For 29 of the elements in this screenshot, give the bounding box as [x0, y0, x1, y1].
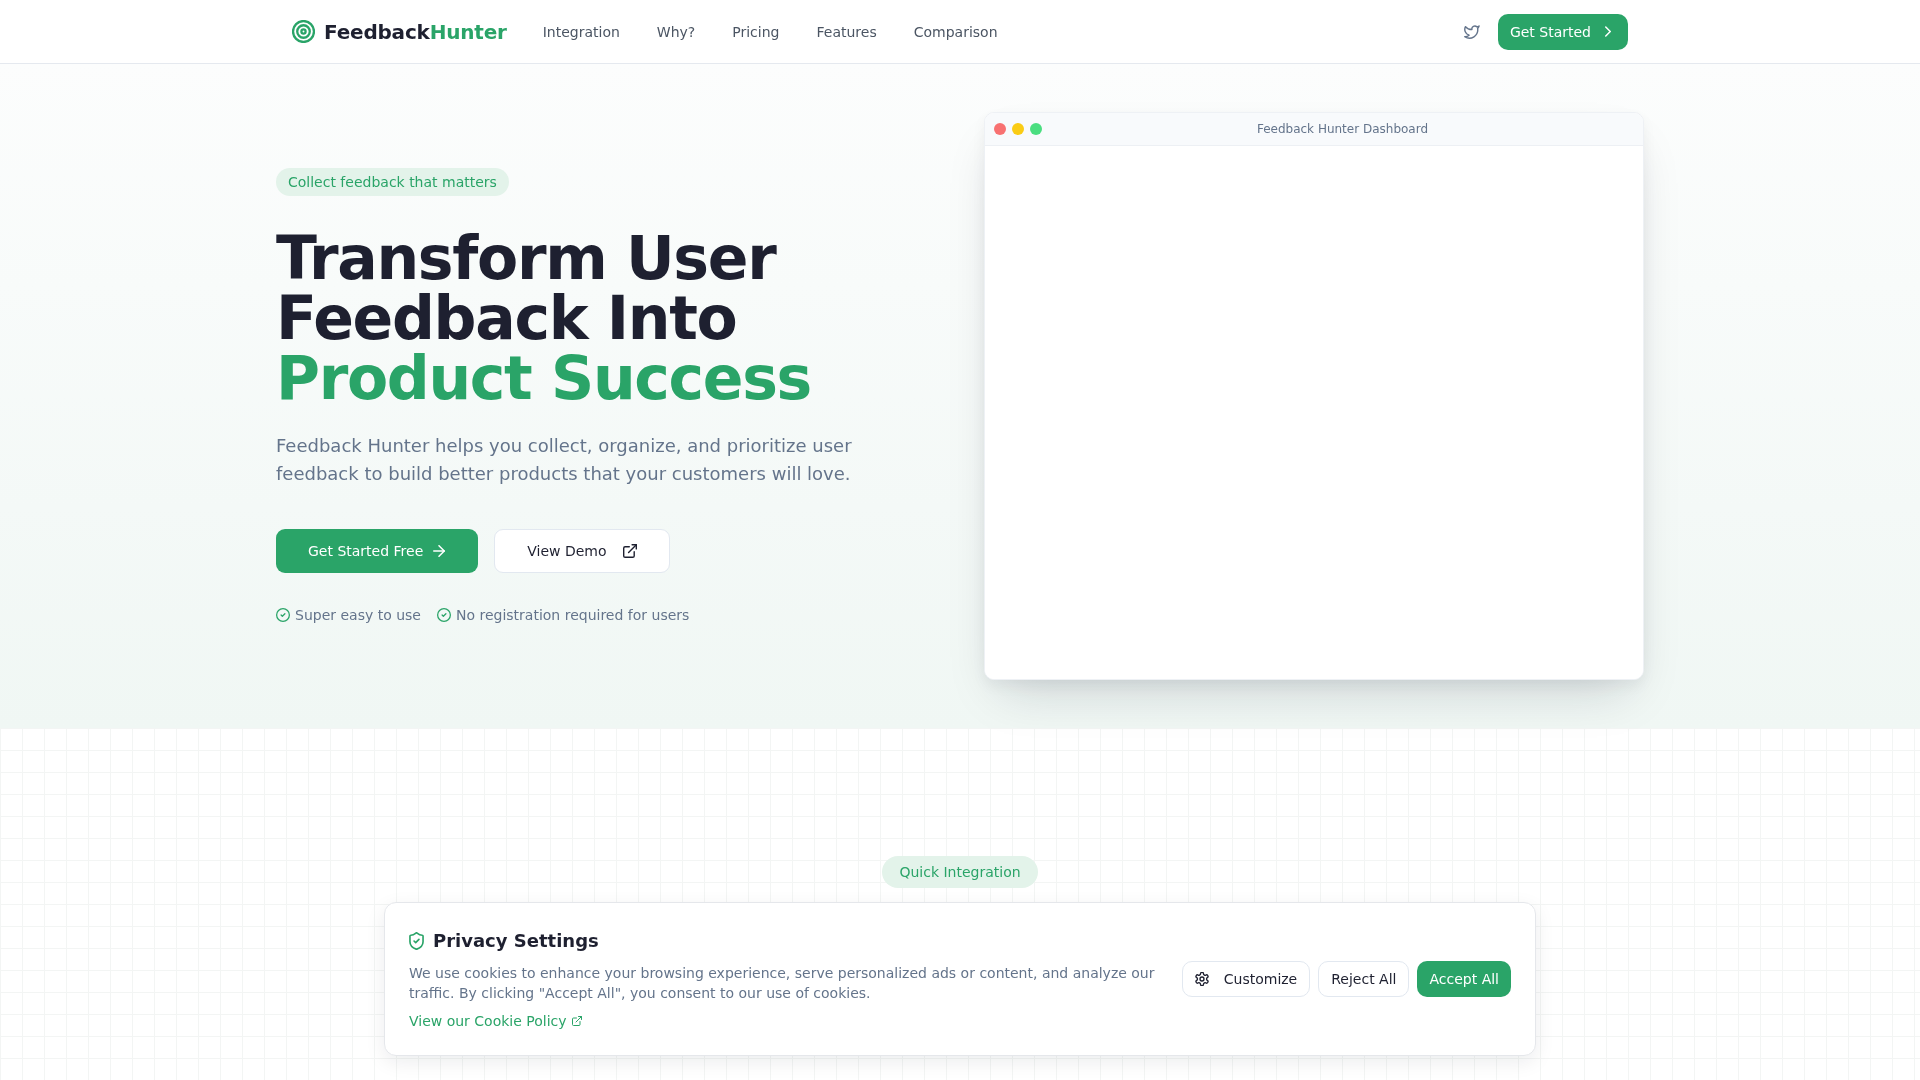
hero-description: Feedback Hunter helps you collect, organize, and prioritize user feedback to build better products that your customers will love.: [276, 433, 853, 486]
settings-icon: [1194, 972, 1209, 986]
brand-logo[interactable]: FeedbackHunter: [324, 19, 507, 44]
section-badge: Quick Integration: [882, 856, 1038, 888]
hero-heading: Transform User Feedback Into Product Success: [276, 227, 812, 408]
nav-link[interactable]: Integration: [542, 23, 620, 40]
external-link-icon: [571, 1016, 582, 1026]
secondary-button[interactable]: View Demo: [494, 528, 670, 573]
check-circle-icon: [276, 607, 290, 622]
reject-button[interactable]: Reject All: [1318, 961, 1410, 997]
nav-link[interactable]: Features: [816, 23, 877, 40]
bird-icon[interactable]: [1462, 24, 1480, 39]
external-link-icon: [622, 543, 637, 558]
tagline-badge: Collect feedback that matters: [276, 167, 509, 196]
feature-note: No registration required for users: [456, 605, 690, 625]
cookie-title: Privacy Settings: [433, 929, 599, 953]
target-icon: [292, 20, 315, 43]
arrow-right-icon: [433, 544, 446, 557]
window-title: Feedback Hunter Dashboard: [1255, 122, 1430, 136]
chevron-icon: [1605, 26, 1611, 37]
check-circle-icon: [437, 607, 451, 622]
nav-link[interactable]: Comparison: [913, 23, 998, 40]
nav-link[interactable]: Why?: [656, 23, 696, 40]
cookie-description: We use cookies to enhance your browsing experience, serve personalized ads or content, and analyze our traffic. By clicking "Accept All", you consent to our use of cookies.: [409, 964, 1156, 1003]
shield-check-icon: [409, 932, 424, 950]
nav-link[interactable]: Pricing: [732, 23, 780, 40]
window-controls-icon: [994, 123, 1042, 135]
feature-note: Super easy to use: [295, 605, 421, 625]
customize-button[interactable]: Customize: [1181, 961, 1311, 997]
